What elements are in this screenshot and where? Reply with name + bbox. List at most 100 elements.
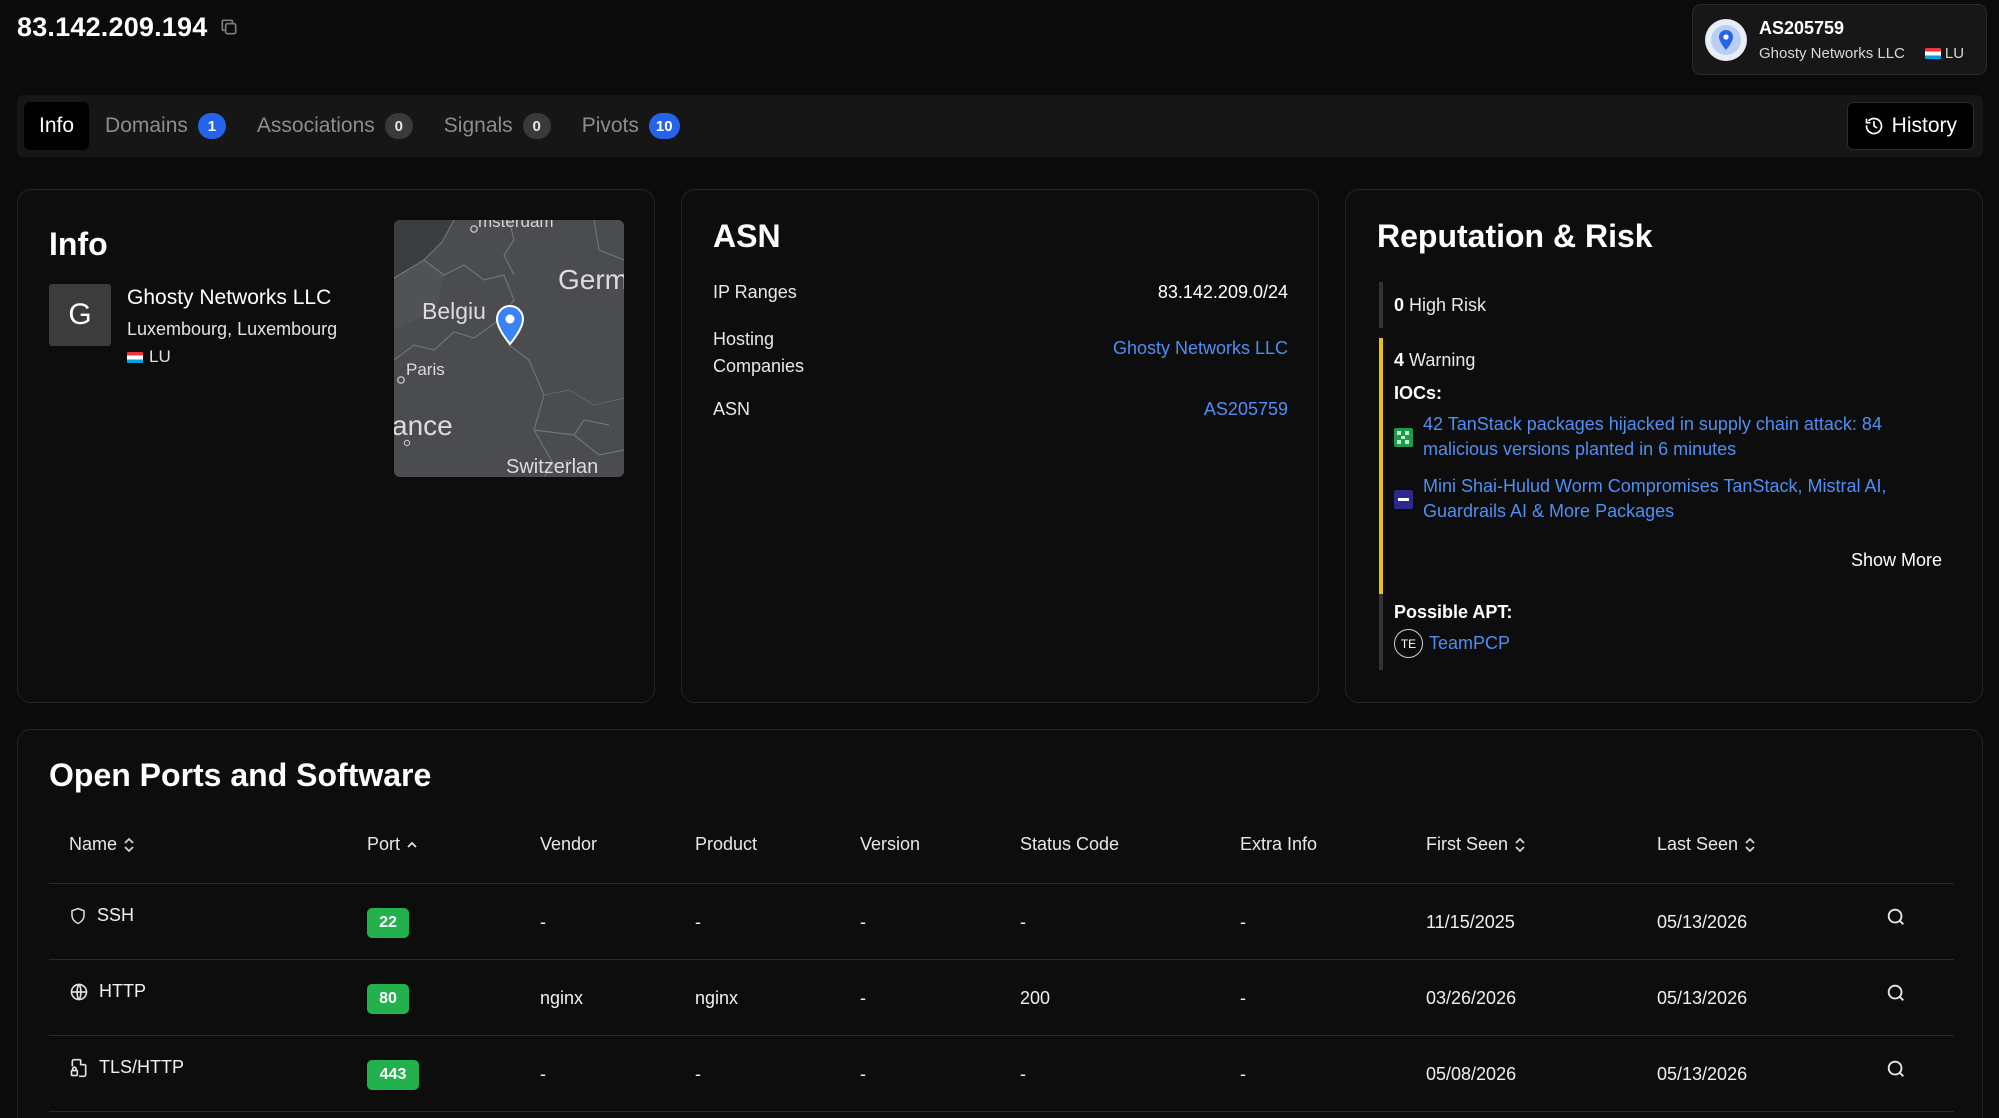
apt-link[interactable]: TeamPCP	[1429, 633, 1510, 654]
version-cell: -	[860, 988, 866, 1008]
luxembourg-flag-icon	[1924, 47, 1941, 59]
ioc-item[interactable]: Mini Shai-Hulud Worm Compromises TanStac…	[1394, 474, 1939, 524]
avatar: G	[49, 284, 111, 346]
table-divider	[49, 1111, 1954, 1112]
asn-card: ASN IP Ranges 83.142.209.0/24 Hosting Co…	[681, 189, 1319, 703]
status-code-cell: 200	[1020, 988, 1051, 1008]
copy-icon[interactable]	[219, 17, 239, 37]
shield-icon	[69, 907, 87, 925]
version-cell: -	[860, 912, 866, 932]
service-name-cell: TLS/HTTP	[69, 1057, 184, 1078]
column-product-label: Product	[695, 834, 758, 854]
ioc-title-line2: malicious versions planted in 6 minutes	[1423, 439, 1737, 459]
column-status-label: Status Code	[1020, 834, 1120, 854]
table-row: TLS/HTTP 443 - - - - - 05/08/2026 05/13/…	[49, 1035, 1954, 1111]
tab-associations[interactable]: Associations 0	[242, 102, 428, 150]
info-card-title: Info	[49, 226, 108, 262]
map-label-amsterdam: msterdam	[478, 220, 554, 231]
column-header-last-seen[interactable]: Last Seen	[1657, 834, 1756, 855]
warning-label: Warning	[1409, 350, 1476, 370]
map-label-germany: Germ	[558, 264, 624, 295]
column-header-name[interactable]: Name	[69, 834, 135, 855]
column-version-label: Version	[860, 834, 921, 854]
extra-info-cell: -	[1240, 1064, 1246, 1084]
map-label-paris: Paris	[406, 360, 445, 379]
product-cell: -	[695, 1064, 701, 1084]
info-card: Info G Ghosty Networks LLC Luxembourg, L…	[17, 189, 655, 703]
search-icon[interactable]	[1885, 982, 1907, 1004]
asn-org-name: Ghosty Networks LLC	[1759, 44, 1905, 62]
port-badge: 80	[367, 984, 409, 1014]
column-header-version: Version	[860, 834, 920, 855]
asn-row-hosting: Hosting Companies Ghosty Networks LLC	[713, 326, 1288, 380]
iocs-label: IOCs:	[1394, 383, 1443, 403]
last-seen-cell: 05/13/2026	[1657, 988, 1748, 1008]
hosting-company-link[interactable]: Ghosty Networks LLC	[1113, 338, 1288, 380]
service-name: SSH	[97, 905, 135, 925]
map-label-belgium: Belgiu	[422, 298, 486, 324]
extra-info-cell: -	[1240, 988, 1246, 1008]
sort-ascending-icon	[406, 839, 418, 851]
vendor-cell: nginx	[540, 988, 584, 1008]
column-extra-label: Extra Info	[1240, 834, 1318, 854]
port-badge: 22	[367, 908, 409, 938]
show-more-button[interactable]: Show More	[1851, 550, 1942, 571]
ioc-thumbnail-icon	[1394, 489, 1413, 509]
last-seen-cell: 05/13/2026	[1657, 1064, 1748, 1084]
column-header-first-seen[interactable]: First Seen	[1426, 834, 1526, 855]
column-port-label: Port	[367, 834, 401, 854]
column-vendor-label: Vendor	[540, 834, 598, 854]
org-name: Ghosty Networks LLC	[127, 286, 332, 309]
column-last-seen-label: Last Seen	[1657, 834, 1739, 854]
tab-pivots[interactable]: Pivots 10	[567, 102, 695, 150]
hosting-label-line1: Hosting	[713, 329, 775, 349]
status-code-cell: -	[1020, 1064, 1026, 1084]
service-name-cell: SSH	[69, 905, 134, 926]
search-icon[interactable]	[1885, 906, 1907, 928]
table-row: SSH 22 - - - - - 11/15/2025 05/13/2026	[49, 883, 1954, 959]
tab-associations-count-badge: 0	[384, 113, 413, 139]
org-location: Luxembourg, Luxembourg	[127, 319, 338, 339]
tab-bar: Info Domains 1 Associations 0 Signals 0 …	[17, 95, 1983, 157]
service-name: TLS/HTTP	[99, 1057, 185, 1077]
tab-domains[interactable]: Domains 1	[90, 102, 241, 150]
warning-count: 4	[1394, 350, 1405, 370]
ioc-title-line1: 42 TanStack packages hijacked in supply …	[1423, 414, 1882, 434]
map-label-switzerland: Switzerlan	[506, 456, 599, 477]
apt-label: Possible APT:	[1394, 602, 1513, 622]
location-map[interactable]: msterdam Germ Belgiu Paris ance Switzerl…	[394, 220, 624, 477]
asn-link[interactable]: AS205759	[1204, 399, 1288, 420]
service-name-cell: HTTP	[69, 981, 146, 1002]
asn-label: ASN	[713, 399, 751, 419]
ip-ranges-label: IP Ranges	[713, 282, 797, 302]
tab-domains-label: Domains	[105, 114, 188, 137]
asn-summary-card[interactable]: AS205759 Ghosty Networks LLC LU	[1692, 4, 1987, 75]
reputation-card-title: Reputation & Risk	[1377, 218, 1653, 254]
tab-info-label: Info	[39, 114, 75, 137]
ioc-item[interactable]: 42 TanStack packages hijacked in supply …	[1394, 412, 1939, 462]
map-label-france: ance	[394, 410, 453, 441]
first-seen-cell: 03/26/2026	[1426, 988, 1517, 1008]
search-icon[interactable]	[1885, 1058, 1907, 1080]
org-country-code: LU	[149, 347, 171, 366]
location-pin-icon	[1705, 18, 1747, 61]
history-button[interactable]: History	[1846, 102, 1974, 150]
tab-signals-count-badge: 0	[522, 113, 551, 139]
tab-associations-label: Associations	[256, 114, 375, 137]
port-badge: 443	[367, 1060, 419, 1090]
apt-block: Possible APT: TE TeamPCP	[1379, 594, 1512, 670]
high-risk-block: 0 High Risk	[1379, 282, 1486, 328]
open-ports-card: Open Ports and Software Name Port Vendor…	[17, 729, 1983, 1118]
tab-info[interactable]: Info	[24, 102, 90, 150]
sort-icon	[123, 837, 135, 853]
asn-country-code: LU	[1944, 44, 1965, 62]
tab-signals-label: Signals	[443, 114, 513, 137]
column-header-extra-info: Extra Info	[1240, 834, 1317, 855]
hosting-label-line2: Companies	[713, 356, 805, 376]
tab-signals[interactable]: Signals 0	[429, 102, 566, 150]
open-ports-title: Open Ports and Software	[49, 757, 432, 793]
tab-domains-count-badge: 1	[197, 113, 226, 139]
history-icon	[1864, 116, 1884, 136]
column-header-port[interactable]: Port	[367, 834, 418, 855]
high-risk-count: 0	[1394, 294, 1405, 315]
